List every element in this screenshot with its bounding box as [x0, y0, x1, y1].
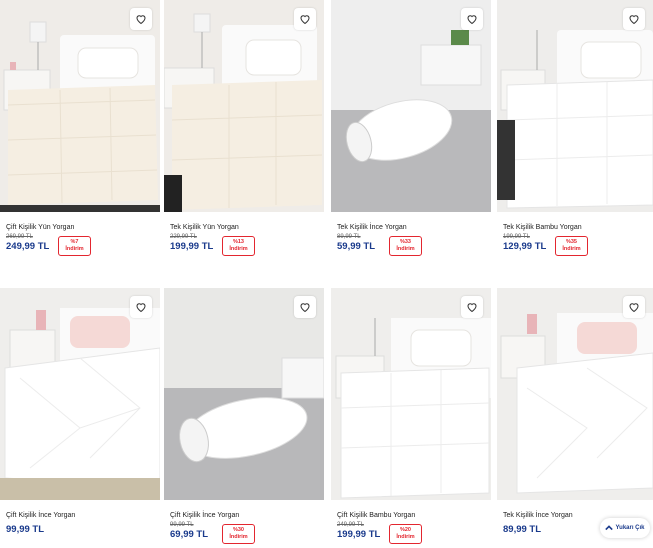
product-name[interactable]: Tek Kişilik Yün Yorgan [170, 224, 320, 231]
discount-badge: %20 İndirim [389, 524, 422, 544]
favorite-button[interactable] [461, 8, 483, 30]
product-image[interactable] [164, 0, 324, 212]
product-name[interactable]: Çift Kişilik İnce Yorgan [170, 512, 320, 519]
product-image[interactable] [164, 288, 324, 500]
heart-icon [467, 303, 477, 313]
favorite-button[interactable] [130, 296, 152, 318]
heart-icon [629, 15, 639, 25]
heart-icon [467, 15, 477, 25]
heart-icon [300, 15, 310, 25]
discount-badge: %33 İndirim [389, 236, 422, 256]
product-name[interactable]: Çift Kişilik İnce Yorgan [6, 512, 156, 519]
product-name[interactable]: Çift Kişilik Yün Yorgan [6, 224, 156, 231]
product-image[interactable] [0, 0, 160, 212]
product-name[interactable]: Tek Kişilik İnce Yorgan [337, 224, 487, 231]
heart-icon [300, 303, 310, 313]
product-image[interactable] [497, 0, 653, 212]
discount-badge: %13 İndirim [222, 236, 255, 256]
product-image[interactable] [331, 0, 491, 212]
product-name[interactable]: Çift Kişilik Bambu Yorgan [337, 512, 487, 519]
heart-icon [136, 303, 146, 313]
discount-badge: %7 İndirim [58, 236, 91, 256]
favorite-button[interactable] [130, 8, 152, 30]
discount-badge: %35 İndirim [555, 236, 588, 256]
product-image[interactable] [497, 288, 653, 500]
product-image[interactable] [331, 288, 491, 500]
product-name[interactable]: Tek Kişilik Bambu Yorgan [503, 224, 653, 231]
heart-icon [136, 15, 146, 25]
favorite-button[interactable] [461, 296, 483, 318]
scroll-to-top-label: Yukarı Çık [615, 525, 645, 531]
scroll-to-top-button[interactable]: Yukarı Çık [600, 518, 650, 538]
product-image[interactable] [0, 288, 160, 500]
chevron-up-icon [605, 525, 614, 531]
favorite-button[interactable] [623, 8, 645, 30]
favorite-button[interactable] [623, 296, 645, 318]
product-price: 99,99 TL [6, 524, 45, 535]
favorite-button[interactable] [294, 296, 316, 318]
heart-icon [629, 303, 639, 313]
favorite-button[interactable] [294, 8, 316, 30]
discount-badge: %30 İndirim [222, 524, 255, 544]
